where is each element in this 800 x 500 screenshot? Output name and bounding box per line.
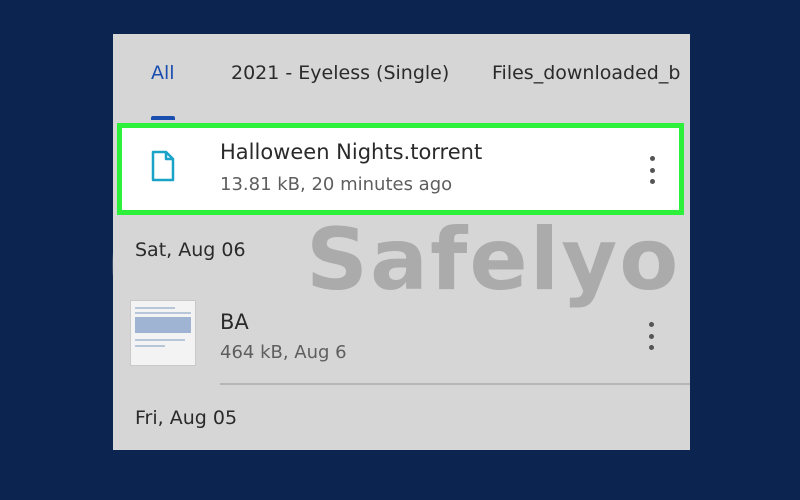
file-meta: 13.81 kB, 20 minutes ago [220,174,453,195]
divider [220,383,690,385]
tab-eyeless-single[interactable]: 2021 - Eyeless (Single) [231,62,449,84]
section-date-header: Fri, Aug 05 [135,407,238,429]
file-meta: 464 kB, Aug 6 [220,342,347,363]
active-tab-indicator [151,116,175,120]
file-name: Halloween Nights.torrent [220,140,483,164]
tab-bar: All 2021 - Eyeless (Single) Files_downlo… [113,34,690,122]
tab-files-downloaded[interactable]: Files_downloaded_b [492,62,680,84]
more-options-icon[interactable] [644,156,660,184]
document-icon [151,150,175,182]
file-name[interactable]: BA [220,310,249,334]
section-date-header: Sat, Aug 06 [135,239,246,261]
tab-all[interactable]: All [151,62,175,84]
file-manager-screen: All 2021 - Eyeless (Single) Files_downlo… [113,34,690,450]
more-options-icon[interactable] [643,322,659,350]
file-thumbnail [130,300,196,366]
highlighted-file-row[interactable]: Halloween Nights.torrent 13.81 kB, 20 mi… [117,123,684,215]
